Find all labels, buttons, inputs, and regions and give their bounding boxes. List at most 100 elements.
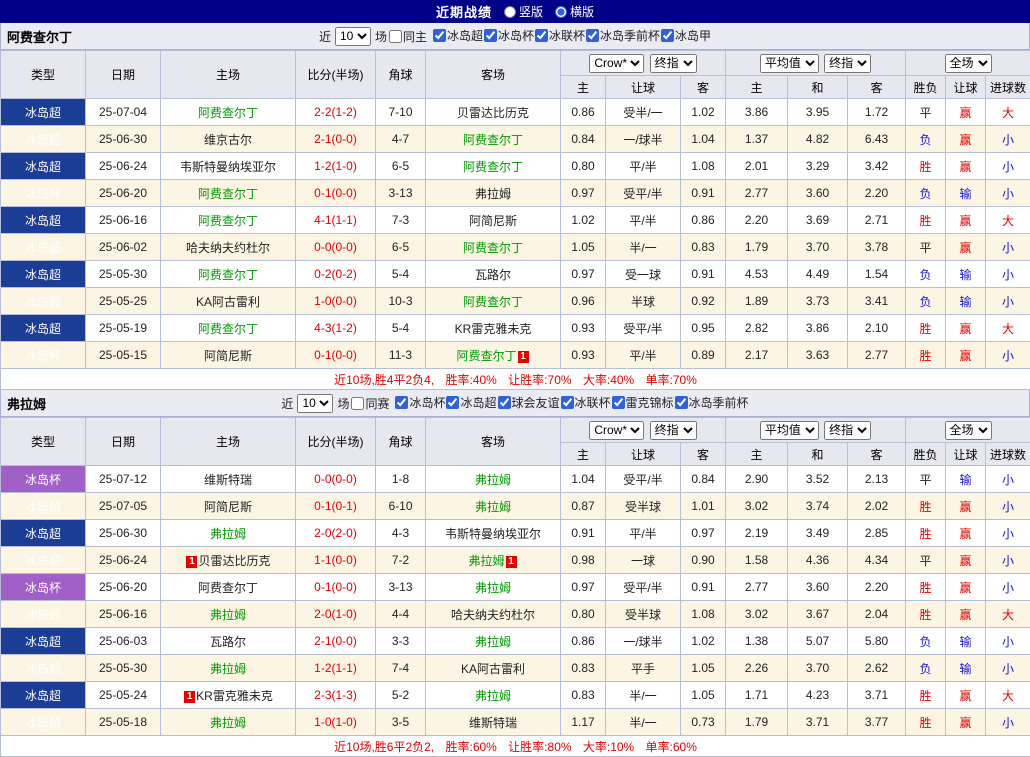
away-team-name[interactable]: 弗拉姆 [475,473,511,487]
home-team-name[interactable]: 阿费查尔丁 [198,187,258,201]
away-team-name[interactable]: 阿费查尔丁 [463,160,523,174]
away-odds-cell: 0.83 [681,234,726,261]
league-filter-checkbox[interactable] [446,396,459,409]
home-team-name[interactable]: 弗拉姆 [210,716,246,730]
handicap-cell: 半/一 [606,709,681,736]
league-filter[interactable]: 雷克锦标 [611,394,674,411]
league-filter[interactable]: 冰岛季前杯 [585,27,660,44]
home-team-name[interactable]: 阿简尼斯 [204,500,252,514]
final-index-select[interactable]: 终指 [650,421,697,440]
scope-select[interactable]: 全场 [945,54,992,73]
league-filter-checkbox[interactable] [433,29,446,42]
away-team-name[interactable]: 阿费查尔丁 [456,349,516,363]
average-select[interactable]: 平均值 [760,54,819,73]
home-team-name[interactable]: 阿费查尔丁 [198,268,258,282]
away-team-name[interactable]: 弗拉姆 [475,581,511,595]
avg-final-index-select[interactable]: 终指 [824,421,871,440]
col-avg-home-header: 主 [726,76,788,99]
league-filter-checkbox[interactable] [675,396,688,409]
date-cell: 25-06-16 [86,207,161,234]
bookmaker-select[interactable]: Crow* [589,421,644,440]
layout-vertical-option[interactable]: 竖版 [504,3,543,20]
recent-count-select[interactable]: 10 [335,27,371,46]
same-filter-checkbox[interactable] [351,397,364,410]
match-row: 冰岛超25-06-30弗拉姆2-0(2-0)4-3韦斯特曼纳埃亚尔0.91平/半… [1,520,1030,547]
score-cell: 0-0(0-0) [296,234,376,261]
goals-cell: 大 [986,207,1030,234]
home-team-name[interactable]: 韦斯特曼纳埃亚尔 [180,160,276,174]
league-filter-checkbox[interactable] [612,396,625,409]
home-team-name[interactable]: 阿费查尔丁 [198,106,258,120]
score-cell: 2-3(1-3) [296,682,376,709]
home-team-name[interactable]: 阿费查尔丁 [198,322,258,336]
scope-select[interactable]: 全场 [945,421,992,440]
home-team-name[interactable]: 阿费查尔丁 [198,581,258,595]
league-filter-checkbox[interactable] [484,29,497,42]
league-filter-checkbox[interactable] [498,396,511,409]
home-team-name[interactable]: 弗拉姆 [210,527,246,541]
league-filter[interactable]: 冰岛季前杯 [674,394,749,411]
corner-cell: 6-10 [376,493,426,520]
away-team-name[interactable]: 阿费查尔丁 [463,241,523,255]
away-team-name[interactable]: 维斯特瑞 [469,716,517,730]
away-team-name[interactable]: 弗拉姆 [475,500,511,514]
league-filter[interactable]: 冰联杯 [534,27,585,44]
avg-away-cell: 3.77 [848,709,906,736]
avg-draw-cell: 3.74 [788,493,848,520]
same-filter[interactable]: 同主 [388,28,427,45]
home-team-name[interactable]: KA阿古雷利 [196,295,260,309]
away-team-name[interactable]: 弗拉姆 [475,635,511,649]
same-filter-checkbox[interactable] [389,30,402,43]
recent-count-select[interactable]: 10 [297,394,333,413]
away-team-name[interactable]: KA阿古雷利 [461,662,525,676]
home-team-name[interactable]: 维斯特瑞 [204,473,252,487]
col-handicap-header: 让球 [606,76,681,99]
same-filter[interactable]: 同赛 [350,395,389,412]
home-team-name[interactable]: 阿费查尔丁 [198,214,258,228]
away-team-name[interactable]: 弗拉姆 [468,554,504,568]
away-team-name[interactable]: KR雷克雅未克 [455,322,532,336]
away-team-name[interactable]: 贝雷达比历克 [457,106,529,120]
away-team-name[interactable]: 阿简尼斯 [469,214,517,228]
league-filter[interactable]: 冰岛杯 [394,394,445,411]
score-cell: 1-0(1-0) [296,709,376,736]
league-filter[interactable]: 冰岛杯 [483,27,534,44]
avg-away-cell: 3.71 [848,682,906,709]
home-team-name[interactable]: 阿简尼斯 [204,349,252,363]
league-filter[interactable]: 冰联杯 [560,394,611,411]
league-filter-checkbox[interactable] [395,396,408,409]
league-filter[interactable]: 冰岛甲 [660,27,711,44]
away-team-name[interactable]: 哈夫纳夫约杜尔 [451,608,535,622]
away-team-name[interactable]: 阿费查尔丁 [463,295,523,309]
home-team-name[interactable]: 贝雷达比历克 [198,554,270,568]
avg-final-index-select[interactable]: 终指 [824,54,871,73]
league-filter-checkbox[interactable] [561,396,574,409]
league-filter-checkbox[interactable] [535,29,548,42]
avg-draw-cell: 3.71 [788,709,848,736]
home-team-name[interactable]: 哈夫纳夫约杜尔 [186,241,270,255]
away-team-name[interactable]: 弗拉姆 [475,187,511,201]
league-filter[interactable]: 球会友谊 [497,394,560,411]
home-team-name[interactable]: 弗拉姆 [210,608,246,622]
away-odds-cell: 0.91 [681,574,726,601]
avg-away-cell: 2.04 [848,601,906,628]
away-team-name[interactable]: 韦斯特曼纳埃亚尔 [445,527,541,541]
away-team-name[interactable]: 阿费查尔丁 [463,133,523,147]
league-filter[interactable]: 冰岛超 [432,27,483,44]
layout-vertical-radio[interactable] [504,6,516,18]
away-team-name[interactable]: 瓦路尔 [475,268,511,282]
home-team-name[interactable]: KR雷克雅未克 [196,689,273,703]
final-index-select[interactable]: 终指 [650,54,697,73]
league-filter-checkbox[interactable] [661,29,674,42]
bookmaker-select[interactable]: Crow* [589,54,644,73]
league-filter-checkbox[interactable] [586,29,599,42]
away-team-name[interactable]: 弗拉姆 [475,689,511,703]
date-cell: 25-05-15 [86,342,161,369]
layout-horizontal-option[interactable]: 横版 [555,3,594,20]
home-team-name[interactable]: 维京古尔 [204,133,252,147]
home-team-name[interactable]: 瓦路尔 [210,635,246,649]
league-filter[interactable]: 冰岛超 [445,394,496,411]
home-team-name[interactable]: 弗拉姆 [210,662,246,676]
average-select[interactable]: 平均值 [760,421,819,440]
layout-horizontal-radio[interactable] [555,6,567,18]
